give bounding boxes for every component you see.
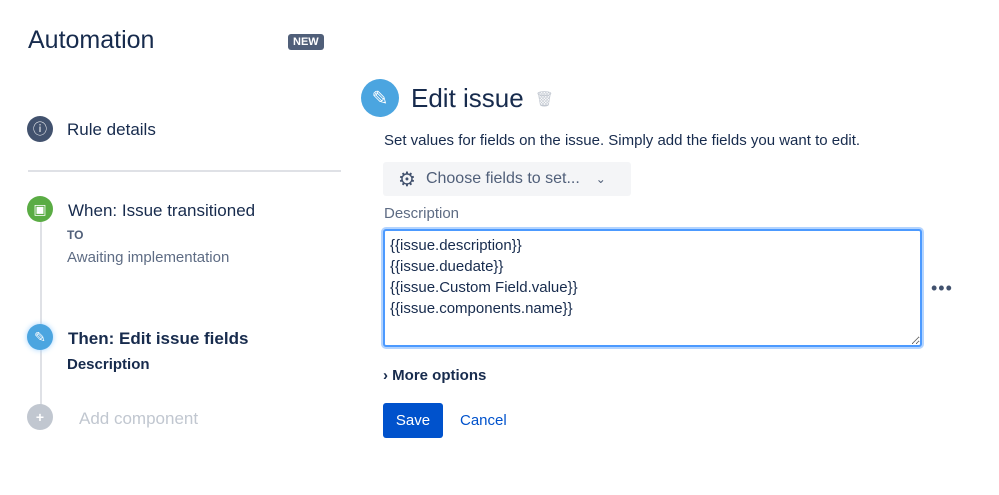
action-heading: Edit issue bbox=[411, 83, 524, 113]
more-icon[interactable]: ••• bbox=[931, 278, 953, 299]
chevron-right-icon: › bbox=[383, 367, 393, 384]
add-icon[interactable]: + bbox=[27, 404, 53, 430]
trigger-value: Awaiting implementation bbox=[67, 249, 230, 266]
divider bbox=[28, 170, 341, 172]
more-options-toggle[interactable]: › More options bbox=[383, 367, 486, 384]
choose-fields-label: Choose fields to set... bbox=[425, 170, 580, 187]
page-title: Automation bbox=[28, 26, 155, 54]
action-title[interactable]: Then: Edit issue fields bbox=[68, 329, 248, 349]
trigger-title[interactable]: When: Issue transitioned bbox=[68, 201, 255, 221]
timeline-line bbox=[40, 210, 42, 410]
new-badge: NEW bbox=[288, 34, 324, 50]
pencil-icon: ✎ bbox=[27, 324, 53, 350]
action-description: Set values for fields on the issue. Simp… bbox=[384, 132, 861, 149]
trigger-label: TO bbox=[67, 228, 84, 242]
save-button[interactable]: Save bbox=[383, 403, 443, 438]
choose-fields-button[interactable]: ⚙ Choose fields to set... ⌄ bbox=[383, 162, 631, 196]
cancel-button[interactable]: Cancel bbox=[460, 412, 507, 429]
trigger-icon: ▣ bbox=[27, 196, 53, 222]
description-textarea[interactable]: {{issue.description}} {{issue.duedate}} … bbox=[383, 229, 922, 347]
trash-icon[interactable]: 🗑 bbox=[535, 90, 554, 108]
sidebar-rule-details[interactable]: Rule details bbox=[67, 120, 156, 140]
gear-icon: ⚙ bbox=[398, 168, 416, 191]
action-subtitle: Description bbox=[67, 356, 150, 373]
info-icon: ⓘ bbox=[27, 116, 53, 142]
pencil-icon: ✎ bbox=[361, 79, 399, 117]
more-options-label: More options bbox=[392, 367, 487, 384]
chevron-down-icon: ⌄ bbox=[595, 172, 606, 186]
description-label: Description bbox=[384, 205, 460, 222]
add-component[interactable]: Add component bbox=[79, 409, 198, 429]
